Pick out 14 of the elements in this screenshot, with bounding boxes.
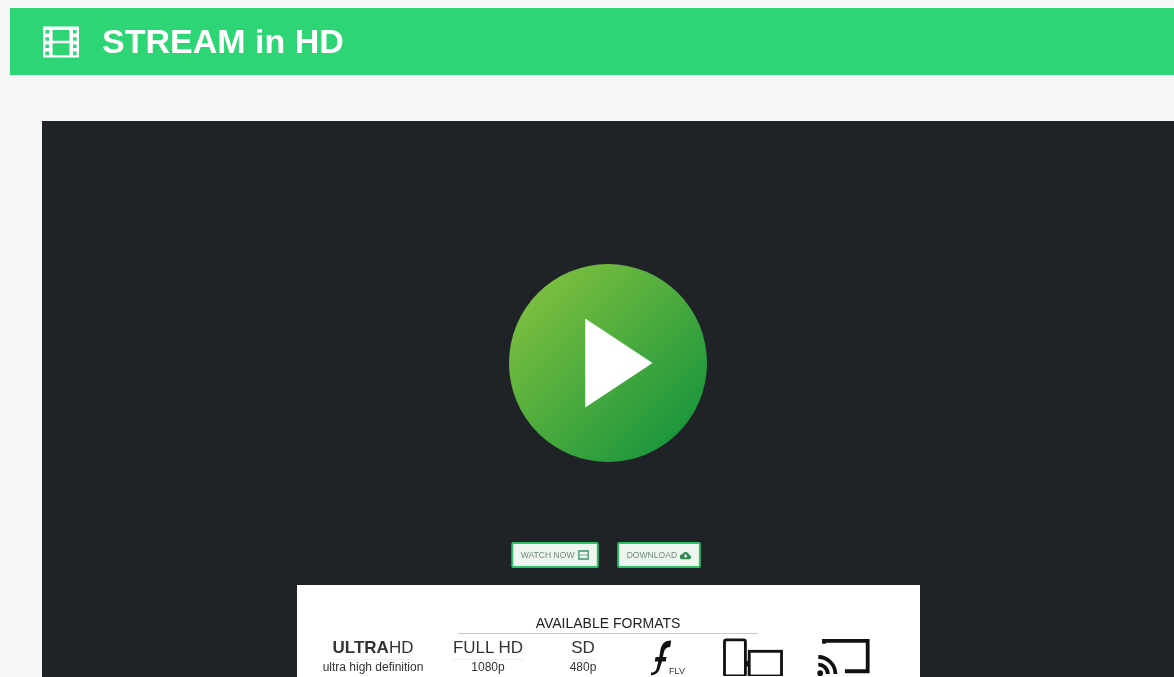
format-name: SD: [571, 638, 595, 660]
watch-button[interactable]: WATCH NOW: [511, 542, 599, 568]
format-detail: ultra high definition: [322, 660, 424, 674]
film-icon: [577, 550, 589, 560]
site-title: STREAM in HD: [102, 22, 344, 61]
cloud-download-icon: [679, 550, 692, 560]
format-detail: 480p: [569, 660, 597, 674]
format-detail: 1080p: [471, 660, 505, 674]
formats-heading: AVAILABLE FORMATS: [458, 615, 758, 634]
format-label: FLV: [669, 666, 685, 676]
download-button[interactable]: DOWNLOAD: [616, 542, 701, 568]
format-name: ULTRAHD: [332, 638, 414, 660]
play-button[interactable]: [509, 264, 707, 462]
format-name: FULL HD: [452, 638, 524, 660]
